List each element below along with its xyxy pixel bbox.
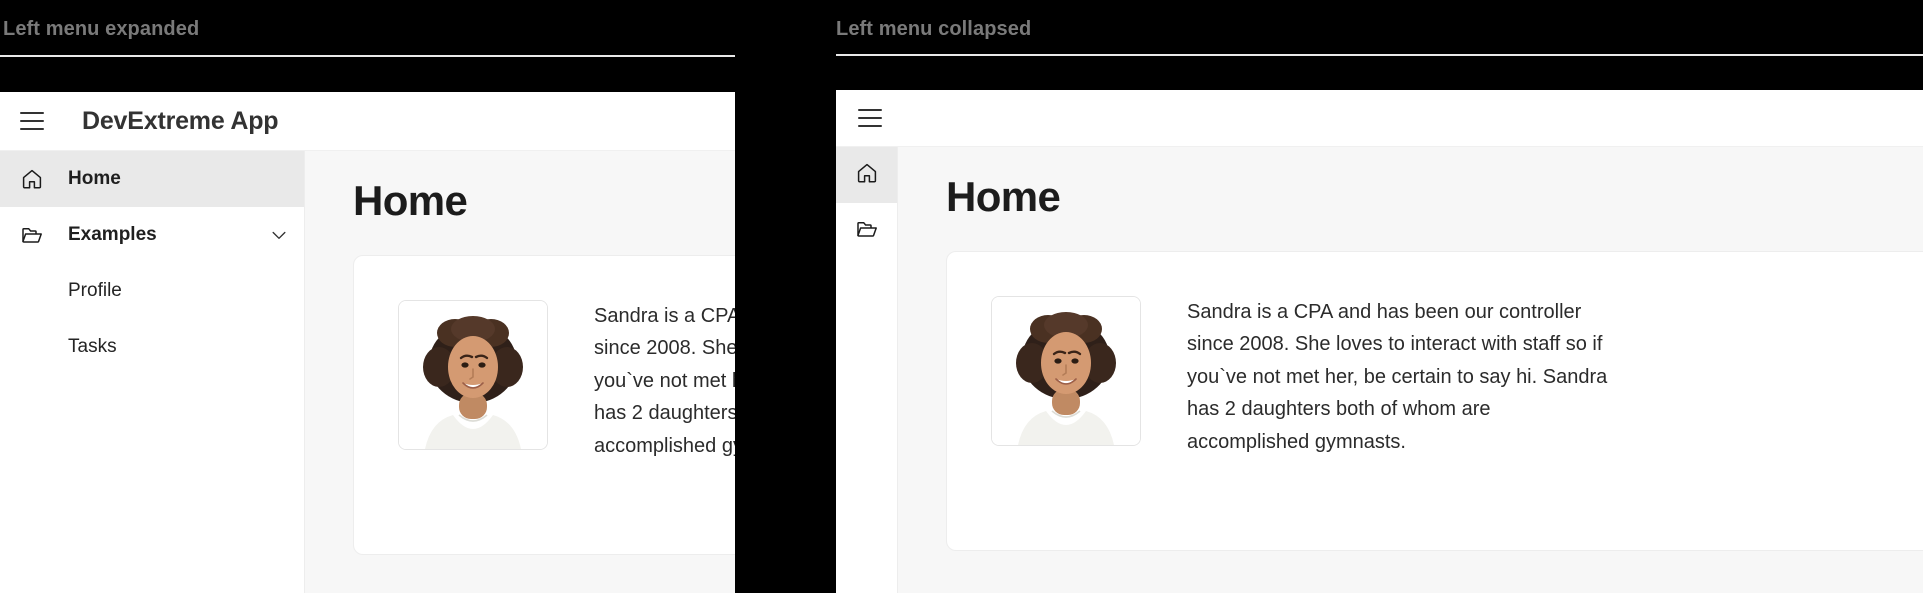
sidebar-item-profile-label: Profile — [68, 280, 122, 301]
avatar-image — [399, 301, 547, 449]
hamburger-icon[interactable] — [20, 112, 44, 130]
sidebar-item-home-label: Home — [68, 168, 121, 189]
avatar-image — [992, 297, 1140, 445]
page-title: Home — [353, 177, 468, 224]
app-title: DevExtreme App — [82, 106, 279, 135]
screenshot-stage: Left menu expanded Left menu collapsed D… — [0, 0, 1923, 593]
toolbar-collapsed — [836, 90, 1923, 147]
sidebar-item-tasks-label: Tasks — [68, 336, 117, 357]
divider-left — [0, 55, 735, 57]
home-icon — [855, 161, 879, 190]
body-expanded: Home Examples Profile Tasks Home Sandra … — [0, 151, 735, 593]
folder-icon — [18, 223, 46, 247]
sidebar-item-tasks[interactable]: Tasks — [0, 319, 304, 375]
avatar — [398, 300, 548, 450]
caption-left-menu-expanded: Left menu expanded — [3, 18, 200, 40]
sidebar-item-home[interactable]: Home — [0, 151, 304, 207]
home-icon — [18, 167, 46, 191]
toolbar-expanded: DevExtreme App — [0, 92, 735, 151]
folder-icon — [855, 217, 879, 246]
sidebar-expanded: Home Examples Profile Tasks — [0, 151, 305, 593]
sidebar-collapsed — [836, 147, 898, 593]
divider-right — [836, 54, 1923, 56]
sidebar-item-home[interactable] — [836, 147, 897, 203]
page-title: Home — [946, 173, 1061, 220]
sidebar-item-examples[interactable]: Examples — [0, 207, 304, 263]
bio-text: Sandra is a CPA and has been our control… — [594, 305, 735, 457]
bio-text: Sandra is a CPA and has been our control… — [1187, 301, 1608, 453]
panel-expanded: DevExtreme App Home Examples Profile Tas… — [0, 92, 735, 593]
content-expanded: Home Sandra is a CPA since 2008. She you… — [305, 151, 735, 593]
profile-card: Sandra is a CPA and has been our control… — [353, 255, 735, 555]
body-collapsed: Home Sandra is a CPA and has been our co… — [836, 147, 1923, 593]
panel-collapsed: Home Sandra is a CPA and has been our co… — [836, 90, 1923, 593]
sidebar-item-examples[interactable] — [836, 203, 897, 259]
avatar — [991, 296, 1141, 446]
caption-left-menu-collapsed: Left menu collapsed — [836, 18, 1032, 40]
content-collapsed: Home Sandra is a CPA and has been our co… — [898, 147, 1923, 593]
chevron-down-icon[interactable] — [266, 225, 292, 245]
sidebar-item-profile[interactable]: Profile — [0, 263, 304, 319]
profile-card: Sandra is a CPA and has been our control… — [946, 251, 1923, 551]
hamburger-icon[interactable] — [858, 109, 882, 127]
sidebar-item-examples-label: Examples — [68, 224, 157, 245]
